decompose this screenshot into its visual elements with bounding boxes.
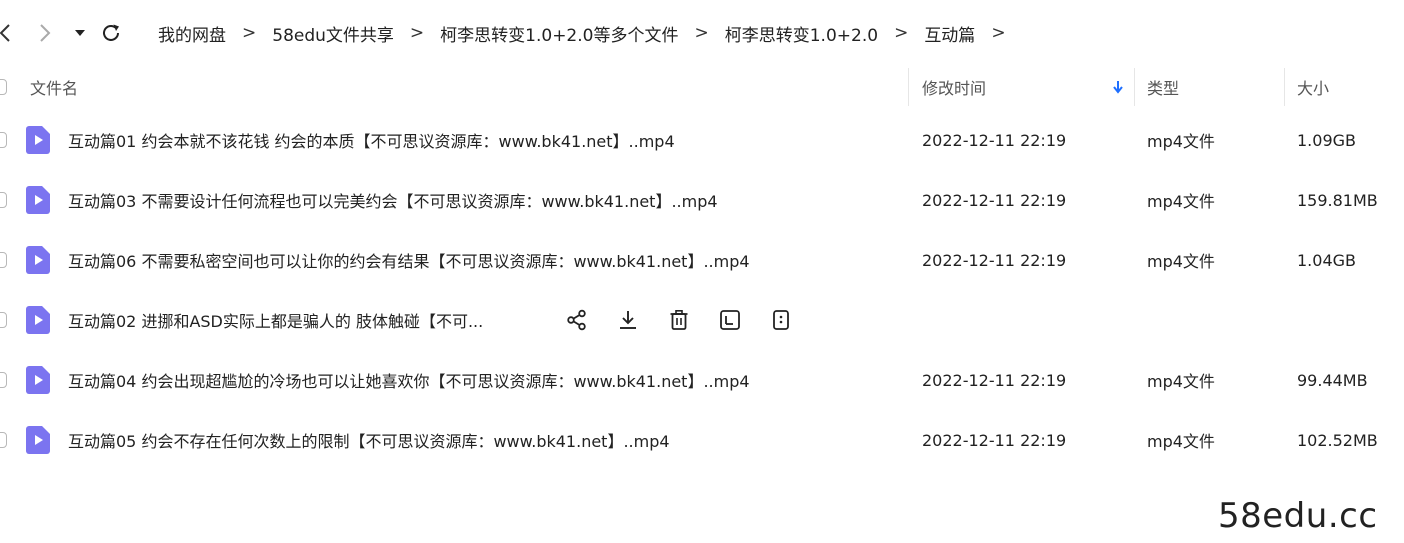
- refresh-icon: [103, 24, 119, 41]
- file-name[interactable]: 互动篇02 进挪和ASD实际上都是骗人的 肢体触碰【不可...: [68, 290, 483, 350]
- breadcrumb: 我的网盘 > 58edu文件共享 > 柯李思转变1.0+2.0等多个文件 > 柯…: [158, 20, 1022, 46]
- file-name[interactable]: 互动篇03 不需要设计任何流程也可以完美约会【不可思议资源库：www.bk41.…: [68, 170, 718, 230]
- column-header-name-label: 文件名: [30, 79, 79, 98]
- history-dropdown-button[interactable]: [67, 19, 93, 47]
- file-modified: 2022-12-11 22:19: [922, 130, 1067, 150]
- row-actions: [564, 290, 819, 350]
- file-type: mp4文件: [1147, 372, 1215, 391]
- row-checkbox[interactable]: [0, 132, 7, 148]
- video-file-icon: [26, 426, 50, 454]
- column-header-type-label: 类型: [1147, 79, 1180, 98]
- chevron-right-icon: [40, 24, 51, 42]
- breadcrumb-separator: >: [409, 23, 425, 43]
- file-modified: 2022-12-11 22:19: [922, 250, 1067, 270]
- file-modified: 2022-12-11 22:19: [922, 370, 1067, 390]
- toolbar: 我的网盘 > 58edu文件共享 > 柯李思转变1.0+2.0等多个文件 > 柯…: [0, 0, 1404, 66]
- back-button[interactable]: [0, 19, 18, 47]
- delete-button[interactable]: [666, 307, 692, 333]
- more-button[interactable]: [768, 307, 794, 333]
- file-name[interactable]: 互动篇06 不需要私密空间也可以让你的约会有结果【不可思议资源库：www.bk4…: [68, 230, 750, 290]
- file-name[interactable]: 互动篇01 约会本就不该花钱 约会的本质【不可思议资源库：www.bk41.ne…: [68, 110, 675, 170]
- row-checkbox[interactable]: [0, 192, 7, 208]
- breadcrumb-separator: >: [991, 23, 1006, 43]
- video-file-icon: [26, 246, 50, 274]
- chevron-left-icon: [0, 24, 10, 42]
- file-row[interactable]: 互动篇03 不需要设计任何流程也可以完美约会【不可思议资源库：www.bk41.…: [0, 170, 1404, 230]
- forward-button[interactable]: [32, 19, 58, 47]
- row-checkbox[interactable]: [0, 372, 7, 388]
- column-divider[interactable]: [1134, 68, 1135, 106]
- arrow-down-icon: [1113, 81, 1123, 94]
- video-file-icon: [26, 126, 50, 154]
- column-header-size[interactable]: 大小: [1297, 66, 1329, 108]
- file-type: mp4文件: [1147, 192, 1215, 211]
- file-type: mp4文件: [1147, 432, 1215, 451]
- file-type: mp4文件: [1147, 252, 1215, 271]
- column-divider[interactable]: [1284, 68, 1285, 106]
- breadcrumb-separator: >: [894, 23, 909, 43]
- refresh-button[interactable]: [98, 19, 124, 47]
- rename-button[interactable]: [717, 307, 743, 333]
- file-size: 1.04GB: [1297, 250, 1356, 270]
- caret-down-icon: [75, 30, 85, 36]
- breadcrumb-item-current[interactable]: 互动篇: [924, 21, 975, 46]
- breadcrumb-item-home[interactable]: 我的网盘: [158, 21, 226, 46]
- file-size: 159.81MB: [1297, 190, 1378, 210]
- share-button[interactable]: [564, 307, 590, 333]
- row-checkbox[interactable]: [0, 312, 7, 328]
- breadcrumb-item-course[interactable]: 柯李思转变1.0+2.0: [725, 21, 878, 46]
- file-size: 1.09GB: [1297, 130, 1356, 150]
- file-row[interactable]: 互动篇01 约会本就不该花钱 约会的本质【不可思议资源库：www.bk41.ne…: [0, 110, 1404, 170]
- file-name[interactable]: 互动篇04 约会出现超尴尬的冷场也可以让她喜欢你【不可思议资源库：www.bk4…: [68, 350, 750, 410]
- breadcrumb-item-shared[interactable]: 58edu文件共享: [272, 21, 394, 46]
- rename-icon: [720, 310, 740, 330]
- more-icon: [773, 310, 789, 330]
- watermark: 58edu.cc: [1218, 496, 1378, 536]
- file-table-header: 文件名 修改时间 类型 大小: [0, 66, 1404, 108]
- breadcrumb-separator: >: [694, 23, 709, 43]
- file-name[interactable]: 互动篇05 约会不存在任何次数上的限制【不可思议资源库：www.bk41.net…: [68, 410, 670, 470]
- column-header-name[interactable]: 文件名: [30, 66, 78, 108]
- download-icon: [620, 311, 636, 329]
- file-row[interactable]: 互动篇05 约会不存在任何次数上的限制【不可思议资源库：www.bk41.net…: [0, 410, 1404, 470]
- file-row-hovered[interactable]: 互动篇02 进挪和ASD实际上都是骗人的 肢体触碰【不可...: [0, 290, 1404, 350]
- file-row[interactable]: 互动篇04 约会出现超尴尬的冷场也可以让她喜欢你【不可思议资源库：www.bk4…: [0, 350, 1404, 410]
- row-checkbox[interactable]: [0, 252, 7, 268]
- file-row[interactable]: 互动篇06 不需要私密空间也可以让你的约会有结果【不可思议资源库：www.bk4…: [0, 230, 1404, 290]
- file-type: mp4文件: [1147, 132, 1215, 151]
- trash-icon: [670, 309, 688, 330]
- column-divider[interactable]: [908, 68, 909, 106]
- file-size: 99.44MB: [1297, 370, 1368, 390]
- share-icon: [567, 309, 586, 331]
- video-file-icon: [26, 366, 50, 394]
- column-header-modified-label: 修改时间: [922, 79, 987, 98]
- download-button[interactable]: [615, 307, 641, 333]
- row-checkbox[interactable]: [0, 432, 7, 448]
- column-header-type[interactable]: 类型: [1147, 66, 1179, 108]
- file-modified: 2022-12-11 22:19: [922, 430, 1067, 450]
- file-modified: 2022-12-11 22:19: [922, 190, 1067, 210]
- breadcrumb-separator: >: [242, 23, 257, 43]
- column-header-size-label: 大小: [1297, 79, 1330, 98]
- select-all-checkbox[interactable]: [0, 79, 7, 95]
- file-size: 102.52MB: [1297, 430, 1378, 450]
- column-header-modified[interactable]: 修改时间: [922, 66, 1132, 108]
- breadcrumb-item-collection[interactable]: 柯李思转变1.0+2.0等多个文件: [440, 21, 678, 46]
- file-list: 互动篇01 约会本就不该花钱 约会的本质【不可思议资源库：www.bk41.ne…: [0, 110, 1404, 470]
- video-file-icon: [26, 186, 50, 214]
- video-file-icon: [26, 306, 50, 334]
